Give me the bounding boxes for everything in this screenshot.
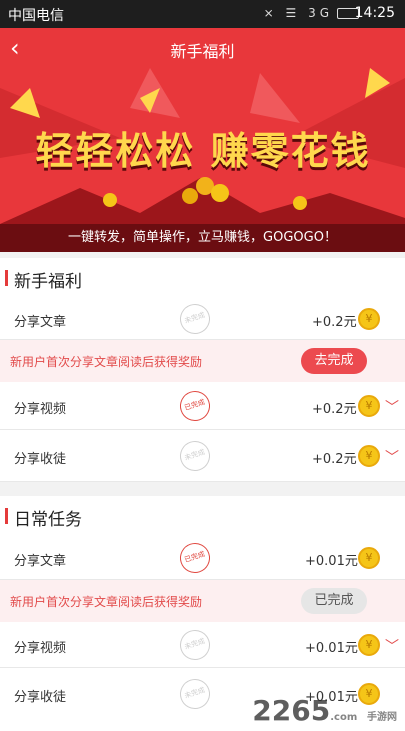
section-accent-bar bbox=[5, 508, 8, 524]
tip-text: 新用户首次分享文章阅读后获得奖励 bbox=[10, 595, 203, 609]
go-complete-button[interactable]: 去完成 bbox=[301, 348, 367, 374]
task-tip: 新用户首次分享文章阅读后获得奖励 已完成 bbox=[0, 580, 405, 622]
section-daily-header: 日常任务 bbox=[0, 496, 405, 536]
task-name: 分享视频 bbox=[14, 641, 67, 656]
watermark-brand: 2265 bbox=[252, 694, 331, 727]
chevron-down-icon[interactable]: ﹀ bbox=[385, 636, 399, 656]
task-reward: +0.2元 bbox=[312, 315, 357, 330]
task-row-share-recruit[interactable]: 分享收徒 未完成 +0.2元 ¥ ﹀ bbox=[0, 430, 405, 482]
site-watermark: 2265.com 手游网 bbox=[252, 694, 397, 727]
coin-icon: ¥ bbox=[358, 308, 380, 330]
coin-icon: ¥ bbox=[358, 395, 380, 417]
watermark-suffix: .com bbox=[330, 712, 358, 723]
watermark-tag: 手游网 bbox=[367, 712, 397, 723]
task-row-share-article[interactable]: 分享文章 未完成 +0.2元 ¥ bbox=[0, 298, 405, 340]
task-name: 分享文章 bbox=[14, 315, 67, 330]
task-name: 分享文章 bbox=[14, 554, 67, 569]
section-accent-bar bbox=[5, 270, 8, 286]
chevron-down-icon[interactable]: ﹀ bbox=[385, 447, 399, 467]
stamp-icon: 已完成 bbox=[176, 387, 214, 425]
task-reward: +0.2元 bbox=[312, 452, 357, 467]
task-name: 分享收徒 bbox=[14, 690, 67, 705]
section-newbie-header: 新手福利 bbox=[0, 258, 405, 298]
section-title: 新手福利 bbox=[14, 272, 82, 292]
task-row-share-video[interactable]: 分享视频 已完成 +0.2元 ¥ ﹀ bbox=[0, 382, 405, 430]
banner-subline: 一键转发，简单操作，立马赚钱，GOGOGO！ bbox=[0, 224, 405, 252]
clock: 14:25 bbox=[354, 5, 395, 21]
stamp-icon: 已完成 bbox=[176, 539, 214, 577]
coin-icon: ¥ bbox=[358, 445, 380, 467]
slogan-box: 轻轻松松 赚零花钱 bbox=[28, 98, 378, 190]
coin-icon: ¥ bbox=[358, 547, 380, 569]
task-name: 分享视频 bbox=[14, 402, 67, 417]
task-name: 分享收徒 bbox=[14, 452, 67, 467]
completed-button[interactable]: 已完成 bbox=[301, 588, 367, 614]
carrier-label: 中国电信 bbox=[8, 8, 64, 24]
task-reward: +0.2元 bbox=[312, 402, 357, 417]
stamp-icon: 未完成 bbox=[176, 300, 214, 338]
page-title: 新手福利 bbox=[170, 42, 235, 61]
coin-icon: ¥ bbox=[358, 634, 380, 656]
task-reward: +0.01元 bbox=[305, 641, 358, 656]
tip-text: 新用户首次分享文章阅读后获得奖励 bbox=[10, 355, 203, 369]
task-tip: 新用户首次分享文章阅读后获得奖励 去完成 bbox=[0, 340, 405, 382]
task-reward: +0.01元 bbox=[305, 554, 358, 569]
stamp-icon: 未完成 bbox=[176, 437, 214, 475]
task-row-share-video[interactable]: 分享视频 未完成 +0.01元 ¥ ﹀ bbox=[0, 622, 405, 668]
status-bar: 中国电信 ⨯ ☰ 3G 14:25 bbox=[0, 0, 405, 28]
section-title: 日常任务 bbox=[14, 510, 82, 530]
signal-icons: ⨯ ☰ 3G bbox=[263, 6, 333, 20]
stamp-icon: 未完成 bbox=[176, 626, 214, 664]
stamp-icon: 未完成 bbox=[176, 675, 214, 713]
banner-slogan: 轻轻松松 赚零花钱 bbox=[35, 129, 371, 173]
task-row-share-article[interactable]: 分享文章 已完成 +0.01元 ¥ bbox=[0, 536, 405, 580]
promo-banner: ‹ 新手福利 轻轻松松 赚零花钱 一键转发，简单操作，立马赚钱，GOGOGO！ bbox=[0, 28, 405, 252]
chevron-down-icon[interactable]: ﹀ bbox=[385, 397, 399, 417]
